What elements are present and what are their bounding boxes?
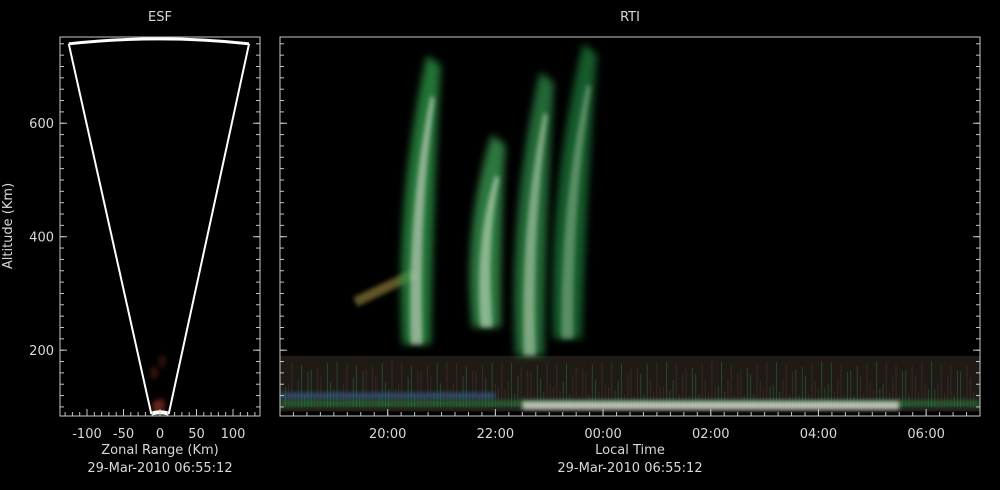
rti-xtick-label: 00:00 xyxy=(584,427,621,442)
rti-timestamp: 29-Mar-2010 06:55:12 xyxy=(557,461,702,476)
esf-panel: ESF -100 -50 0 50 100 200 400 600 Altitude (Km)… xyxy=(1,10,261,476)
low-blue-band xyxy=(280,392,496,399)
esf-xtick-label: -100 xyxy=(72,427,102,442)
esf-echo-point xyxy=(157,398,166,413)
esf-xtick-label: 0 xyxy=(156,427,164,442)
rti-xtick-label: 06:00 xyxy=(907,427,944,442)
rti-title: RTI xyxy=(620,10,640,25)
rti-xtick-label: 02:00 xyxy=(692,427,729,442)
esf-timestamp: 29-Mar-2010 06:55:12 xyxy=(87,461,232,476)
bright-low-band xyxy=(522,401,900,410)
rti-panel: RTI 20:00 22:00 00:00 02:00 04:00 06:00 Local… xyxy=(279,10,981,476)
rti-xtick-label: 20:00 xyxy=(369,427,406,442)
esf-xtick-label: 50 xyxy=(188,427,205,442)
rti-xtick-label: 04:00 xyxy=(800,427,837,442)
beam-right-edge xyxy=(167,43,251,414)
esf-ytick-label: 400 xyxy=(29,231,54,246)
esf-ytick-label: 600 xyxy=(29,117,54,132)
rti-xtick-label: 22:00 xyxy=(477,427,514,442)
beam-top-arc xyxy=(68,37,250,46)
beam-left-edge xyxy=(67,43,153,414)
esf-echo-layer xyxy=(150,354,167,414)
esf-xtick-label: 100 xyxy=(221,427,246,442)
rti-echo-layer xyxy=(280,43,980,412)
figure: ESF -100 -50 0 50 100 200 400 600 Altitude (Km)… xyxy=(1,10,981,476)
beam-fan-outline xyxy=(67,37,251,416)
esf-xlabel: Zonal Range (Km) xyxy=(101,443,218,458)
esf-echo-point xyxy=(158,354,167,369)
esf-title: ESF xyxy=(148,10,172,25)
rti-xlabel: Local Time xyxy=(595,443,665,458)
esf-ytick-label: 200 xyxy=(29,344,54,359)
esf-ylabel: Altitude (Km) xyxy=(1,183,16,269)
esf-xtick-label: -50 xyxy=(113,427,134,442)
esf-echo-point xyxy=(150,365,159,380)
